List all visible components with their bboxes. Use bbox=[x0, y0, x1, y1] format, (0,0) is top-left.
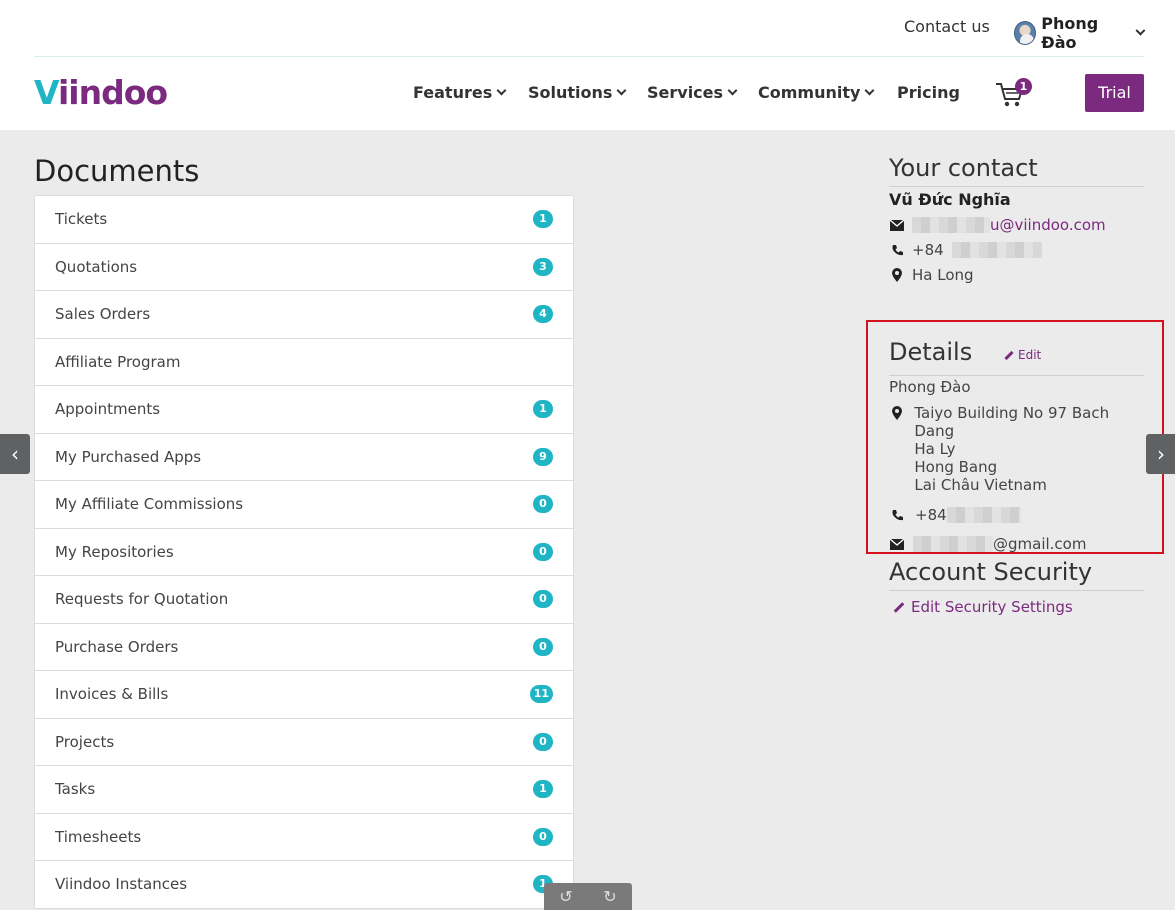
chevron-down-icon bbox=[1135, 25, 1146, 36]
chevron-down-icon bbox=[727, 85, 738, 95]
count-badge: 11 bbox=[529, 685, 553, 704]
nav-services[interactable]: Services bbox=[647, 83, 738, 102]
list-item[interactable]: Purchase Orders 0 bbox=[35, 624, 573, 671]
map-marker-icon bbox=[889, 404, 904, 494]
nav-solutions[interactable]: Solutions bbox=[528, 83, 627, 102]
previous-arrow-button[interactable]: ‹ bbox=[0, 434, 30, 474]
count-badge: 1 bbox=[533, 210, 553, 229]
redacted-text bbox=[946, 507, 1021, 523]
documents-title: Documents bbox=[34, 154, 200, 188]
viindoo-logo[interactable]: Viindoo bbox=[34, 74, 168, 112]
details-section: Phong Đào Taiyo Building No 97 Bach Dang… bbox=[889, 378, 1144, 553]
details-header: Details Edit bbox=[889, 338, 1144, 376]
contact-phone-row: +84 bbox=[889, 241, 1144, 259]
your-contact-title: Your contact bbox=[889, 154, 1144, 187]
chevron-down-icon bbox=[496, 85, 507, 95]
details-email: @gmail.com bbox=[993, 535, 1087, 553]
avatar bbox=[1014, 21, 1037, 45]
count-badge: 0 bbox=[533, 732, 553, 751]
list-item[interactable]: Requests for Quotation 0 bbox=[35, 576, 573, 624]
contact-email-row[interactable]: u@viindoo.com bbox=[889, 216, 1144, 234]
top-bar: Contact us Phong Đào bbox=[34, 0, 1146, 57]
count-badge: 0 bbox=[533, 542, 553, 561]
documents-list: Tickets 1 Quotations 3 Sales Orders 4 Affil… bbox=[34, 195, 574, 909]
details-name: Phong Đào bbox=[889, 378, 971, 396]
count-badge: 1 bbox=[533, 400, 553, 419]
details-phone: +84 bbox=[915, 506, 947, 524]
rotate-left-icon[interactable]: ↺ bbox=[559, 887, 572, 906]
contact-location: Ha Long bbox=[912, 266, 974, 284]
phone-icon bbox=[889, 244, 905, 257]
details-title: Details bbox=[889, 338, 973, 366]
list-item[interactable]: My Repositories 0 bbox=[35, 529, 573, 576]
count-badge: 0 bbox=[533, 590, 553, 609]
envelope-icon bbox=[889, 538, 905, 550]
count-badge: 3 bbox=[533, 257, 553, 276]
contact-location-row: Ha Long bbox=[889, 266, 1144, 284]
redacted-text bbox=[912, 217, 990, 233]
count-badge: 0 bbox=[533, 827, 553, 846]
pencil-icon bbox=[1004, 350, 1014, 360]
list-item[interactable]: Appointments 1 bbox=[35, 386, 573, 434]
account-security-title: Account Security bbox=[889, 558, 1144, 591]
list-item[interactable]: My Purchased Apps 9 bbox=[35, 434, 573, 481]
cart-count-badge: 1 bbox=[1015, 78, 1032, 95]
details-address-row: Taiyo Building No 97 Bach Dang Ha Ly Hon… bbox=[889, 404, 1144, 494]
site-header: Contact us Phong Đào Viindoo Features So… bbox=[0, 0, 1175, 130]
map-marker-icon bbox=[889, 268, 905, 282]
your-contact-section: Your contact Vũ Đức Nghĩa u@viindoo.com … bbox=[889, 154, 1144, 284]
count-badge: 9 bbox=[533, 447, 553, 466]
edit-details-link[interactable]: Edit bbox=[1004, 348, 1041, 362]
contact-phone: +84 bbox=[912, 241, 944, 259]
contact-email: u@viindoo.com bbox=[990, 216, 1106, 234]
list-item[interactable]: Quotations 3 bbox=[35, 244, 573, 291]
list-item[interactable]: Affiliate Program bbox=[35, 339, 573, 386]
nav-community[interactable]: Community bbox=[758, 83, 875, 102]
list-item[interactable]: Invoices & Bills 11 bbox=[35, 671, 573, 719]
trial-button[interactable]: Trial bbox=[1085, 74, 1144, 112]
count-badge: 0 bbox=[533, 637, 553, 656]
list-item[interactable]: Timesheets 0 bbox=[35, 814, 573, 861]
list-item[interactable]: Viindoo Instances 1 bbox=[35, 861, 573, 909]
count-badge: 0 bbox=[533, 495, 553, 514]
redacted-text bbox=[913, 536, 993, 552]
contact-us-link[interactable]: Contact us bbox=[904, 17, 990, 36]
user-menu[interactable]: Phong Đào bbox=[1014, 14, 1146, 52]
redacted-text bbox=[951, 242, 1042, 258]
next-arrow-button[interactable]: › bbox=[1146, 434, 1175, 474]
pencil-icon bbox=[893, 601, 905, 613]
envelope-icon bbox=[889, 219, 905, 231]
details-email-row: @gmail.com bbox=[889, 535, 1144, 553]
count-badge: 1 bbox=[533, 780, 553, 799]
account-security-section: Account Security Edit Security Settings bbox=[889, 558, 1144, 616]
details-phone-row: +84 bbox=[889, 506, 1144, 524]
rotate-controls: ↺ ↻ bbox=[544, 883, 632, 910]
list-item[interactable]: My Affiliate Commissions 0 bbox=[35, 481, 573, 529]
rotate-right-icon[interactable]: ↻ bbox=[603, 887, 616, 906]
nav-pricing[interactable]: Pricing bbox=[897, 83, 960, 102]
details-address: Taiyo Building No 97 Bach Dang Ha Ly Hon… bbox=[914, 404, 1110, 494]
list-item[interactable]: Tasks 1 bbox=[35, 766, 573, 814]
nav-features[interactable]: Features bbox=[413, 83, 507, 102]
phone-icon bbox=[889, 509, 905, 522]
edit-security-link[interactable]: Edit Security Settings bbox=[889, 598, 1144, 616]
list-item[interactable]: Tickets 1 bbox=[35, 196, 573, 244]
list-item[interactable]: Sales Orders 4 bbox=[35, 291, 573, 339]
chevron-down-icon bbox=[864, 85, 875, 95]
chevron-down-icon bbox=[616, 85, 627, 95]
contact-name: Vũ Đức Nghĩa bbox=[889, 190, 1011, 209]
user-name: Phong Đào bbox=[1041, 14, 1099, 52]
list-item[interactable]: Projects 0 bbox=[35, 719, 573, 766]
count-badge: 4 bbox=[533, 305, 553, 324]
